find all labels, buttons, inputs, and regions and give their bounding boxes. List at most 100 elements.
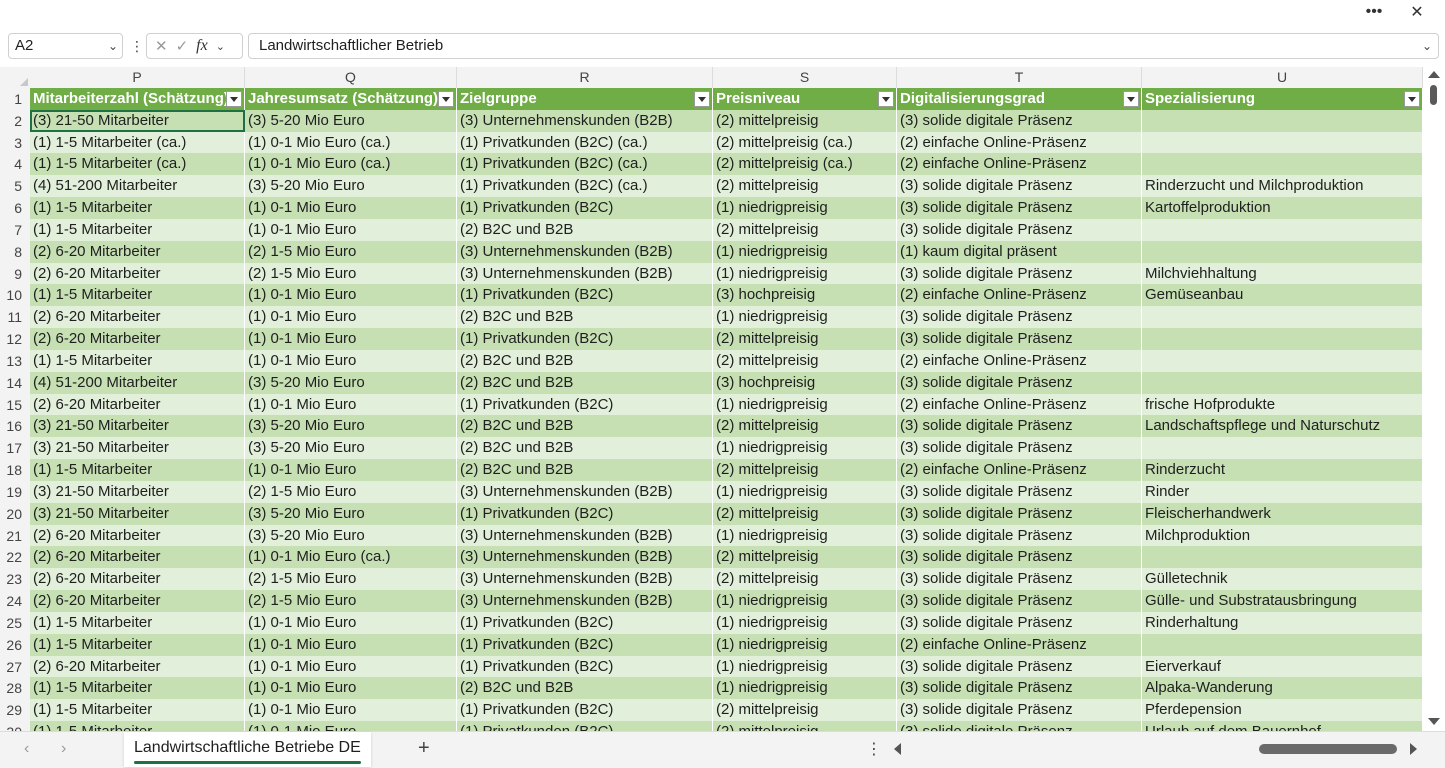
table-cell[interactable]: (3) Unternehmenskunden (B2B) xyxy=(457,241,713,263)
table-cell[interactable]: (1) niedrigpreisig xyxy=(713,612,897,634)
row-number[interactable]: 14 xyxy=(0,372,30,394)
scroll-down-icon[interactable] xyxy=(1428,718,1440,725)
table-cell[interactable]: Rinderzucht xyxy=(1142,459,1423,481)
table-cell[interactable]: (3) Unternehmenskunden (B2B) xyxy=(457,110,713,132)
table-cell[interactable]: Eierverkauf xyxy=(1142,656,1423,678)
expand-formula-icon[interactable]: ⌄ xyxy=(1422,34,1432,58)
filter-dropdown-icon[interactable] xyxy=(1123,91,1139,107)
table-cell[interactable]: (1) 0-1 Mio Euro xyxy=(245,350,457,372)
table-cell[interactable]: (2) 1-5 Mio Euro xyxy=(245,481,457,503)
row-number[interactable]: 30 xyxy=(0,721,30,731)
table-cell[interactable]: frische Hofprodukte xyxy=(1142,394,1423,416)
table-cell[interactable]: (3) 21-50 Mitarbeiter xyxy=(30,110,245,132)
row-number[interactable]: 27 xyxy=(0,656,30,678)
table-cell[interactable] xyxy=(1142,132,1423,154)
table-cell[interactable]: (1) 0-1 Mio Euro xyxy=(245,721,457,731)
table-cell[interactable]: (1) 0-1 Mio Euro xyxy=(245,677,457,699)
table-cell[interactable]: (3) Unternehmenskunden (B2B) xyxy=(457,525,713,547)
row-number[interactable]: 12 xyxy=(0,328,30,350)
table-cell[interactable]: (1) 1-5 Mitarbeiter xyxy=(30,612,245,634)
insert-function-icon[interactable]: fx xyxy=(196,37,208,55)
filter-dropdown-icon[interactable] xyxy=(438,91,454,107)
table-cell[interactable]: Rinder xyxy=(1142,481,1423,503)
table-cell[interactable]: (3) solide digitale Präsenz xyxy=(897,677,1142,699)
table-cell[interactable]: (1) 0-1 Mio Euro (ca.) xyxy=(245,153,457,175)
row-number[interactable]: 5 xyxy=(0,175,30,197)
chevron-down-icon[interactable]: ⌄ xyxy=(216,40,225,53)
table-cell[interactable]: (1) 1-5 Mitarbeiter xyxy=(30,677,245,699)
row-number[interactable]: 26 xyxy=(0,634,30,656)
table-cell[interactable]: (2) einfache Online-Präsenz xyxy=(897,132,1142,154)
table-cell[interactable]: (2) 6-20 Mitarbeiter xyxy=(30,656,245,678)
table-cell[interactable]: (2) mittelpreisig xyxy=(713,568,897,590)
table-cell[interactable]: (1) 0-1 Mio Euro xyxy=(245,219,457,241)
table-cell[interactable]: (1) 0-1 Mio Euro xyxy=(245,634,457,656)
table-cell[interactable]: (1) niedrigpreisig xyxy=(713,677,897,699)
filter-dropdown-icon[interactable] xyxy=(694,91,710,107)
table-cell[interactable]: (3) 21-50 Mitarbeiter xyxy=(30,481,245,503)
row-number[interactable]: 4 xyxy=(0,153,30,175)
table-cell[interactable]: (3) solide digitale Präsenz xyxy=(897,612,1142,634)
table-cell[interactable]: (1) 0-1 Mio Euro xyxy=(245,306,457,328)
table-cell[interactable]: (1) Privatkunden (B2C) xyxy=(457,612,713,634)
row-number[interactable]: 13 xyxy=(0,350,30,372)
row-number[interactable]: 3 xyxy=(0,132,30,154)
table-cell[interactable] xyxy=(1142,110,1423,132)
table-cell[interactable]: (1) 0-1 Mio Euro xyxy=(245,699,457,721)
table-cell[interactable]: (2) B2C und B2B xyxy=(457,306,713,328)
table-cell[interactable]: (2) mittelpreisig xyxy=(713,328,897,350)
table-cell[interactable]: (1) niedrigpreisig xyxy=(713,263,897,285)
table-cell[interactable]: (2) 1-5 Mio Euro xyxy=(245,263,457,285)
table-cell[interactable]: (1) 1-5 Mitarbeiter xyxy=(30,197,245,219)
row-number[interactable]: 24 xyxy=(0,590,30,612)
table-cell[interactable]: (3) 5-20 Mio Euro xyxy=(245,503,457,525)
table-cell[interactable]: (2) 6-20 Mitarbeiter xyxy=(30,394,245,416)
table-cell[interactable]: (4) 51-200 Mitarbeiter xyxy=(30,175,245,197)
table-cell[interactable]: Gülletechnik xyxy=(1142,568,1423,590)
header-cell[interactable]: Preisniveau xyxy=(713,88,897,110)
table-cell[interactable]: Fleischerhandwerk xyxy=(1142,503,1423,525)
table-cell[interactable]: (2) B2C und B2B xyxy=(457,437,713,459)
filter-dropdown-icon[interactable] xyxy=(878,91,894,107)
vertical-more-icon[interactable]: ⋮ xyxy=(130,38,144,55)
table-cell[interactable]: (3) 5-20 Mio Euro xyxy=(245,372,457,394)
table-cell[interactable]: (1) 0-1 Mio Euro xyxy=(245,328,457,350)
scroll-up-icon[interactable] xyxy=(1428,71,1440,78)
scroll-right-icon[interactable] xyxy=(1410,743,1417,755)
table-cell[interactable]: (1) 0-1 Mio Euro xyxy=(245,394,457,416)
table-cell[interactable]: (3) Unternehmenskunden (B2B) xyxy=(457,568,713,590)
sheet-tab-active[interactable]: Landwirtschaftliche Betriebe DE xyxy=(124,732,371,767)
add-sheet-icon[interactable]: + xyxy=(418,737,430,760)
table-cell[interactable]: (3) 5-20 Mio Euro xyxy=(245,110,457,132)
table-cell[interactable]: (3) solide digitale Präsenz xyxy=(897,590,1142,612)
table-cell[interactable] xyxy=(1142,437,1423,459)
column-header-u[interactable]: U xyxy=(1142,67,1423,88)
table-cell[interactable]: (1) niedrigpreisig xyxy=(713,590,897,612)
table-cell[interactable]: (1) Privatkunden (B2C) xyxy=(457,284,713,306)
table-cell[interactable]: (1) niedrigpreisig xyxy=(713,656,897,678)
table-cell[interactable]: (2) 6-20 Mitarbeiter xyxy=(30,306,245,328)
table-cell[interactable]: (3) 21-50 Mitarbeiter xyxy=(30,415,245,437)
table-cell[interactable] xyxy=(1142,372,1423,394)
table-cell[interactable]: (1) 0-1 Mio Euro xyxy=(245,612,457,634)
table-cell[interactable]: (2) mittelpreisig xyxy=(713,459,897,481)
table-cell[interactable]: (1) niedrigpreisig xyxy=(713,481,897,503)
table-cell[interactable]: Rinderhaltung xyxy=(1142,612,1423,634)
table-cell[interactable]: (3) solide digitale Präsenz xyxy=(897,372,1142,394)
table-cell[interactable]: (3) solide digitale Präsenz xyxy=(897,415,1142,437)
table-cell[interactable]: (1) Privatkunden (B2C) (ca.) xyxy=(457,175,713,197)
row-number[interactable]: 17 xyxy=(0,437,30,459)
row-number[interactable]: 20 xyxy=(0,503,30,525)
table-cell[interactable]: (2) mittelpreisig xyxy=(713,503,897,525)
row-number[interactable]: 23 xyxy=(0,568,30,590)
table-cell[interactable]: (3) solide digitale Präsenz xyxy=(897,721,1142,731)
close-icon[interactable]: ✕ xyxy=(1402,0,1432,23)
row-number[interactable]: 8 xyxy=(0,241,30,263)
table-cell[interactable]: (2) mittelpreisig xyxy=(713,546,897,568)
table-cell[interactable]: (1) 1-5 Mitarbeiter (ca.) xyxy=(30,132,245,154)
table-cell[interactable]: (3) Unternehmenskunden (B2B) xyxy=(457,590,713,612)
previous-sheet-icon[interactable]: ‹ xyxy=(24,740,29,758)
table-cell[interactable]: (1) niedrigpreisig xyxy=(713,634,897,656)
table-cell[interactable]: Rinderzucht und Milchproduktion xyxy=(1142,175,1423,197)
table-cell[interactable]: (2) mittelpreisig xyxy=(713,175,897,197)
